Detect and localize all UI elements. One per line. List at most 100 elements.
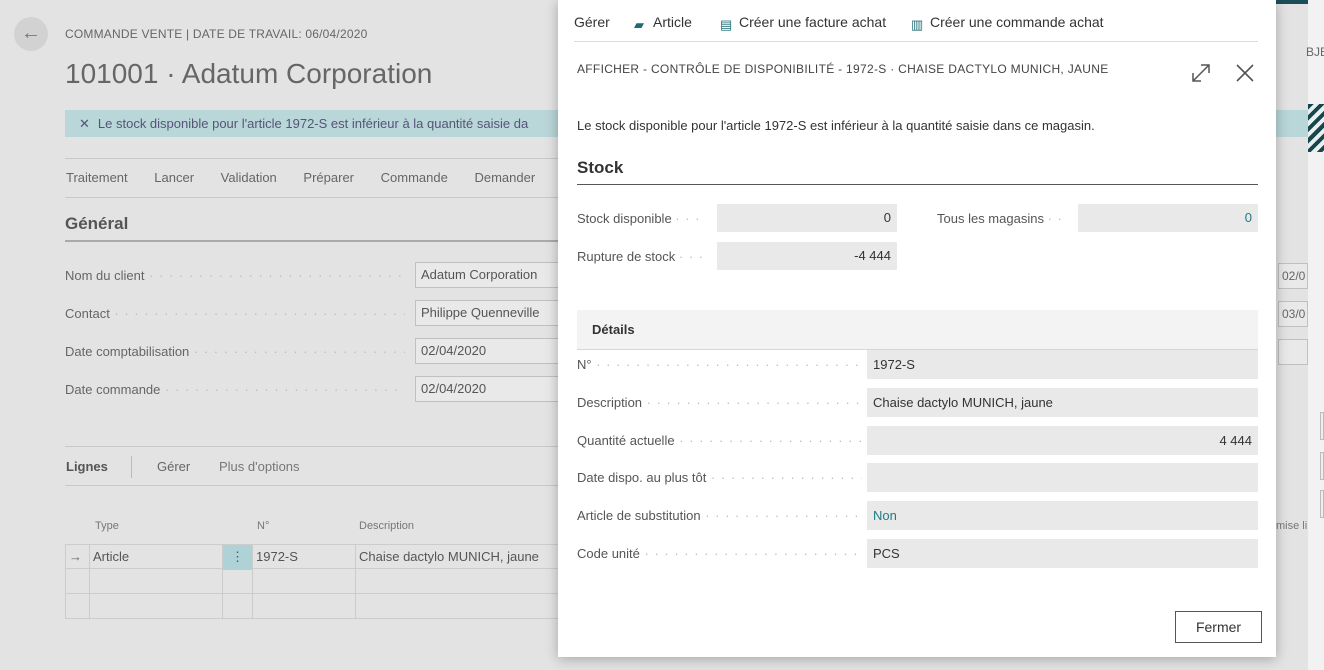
cell[interactable]: [90, 569, 223, 594]
table-row[interactable]: → Article ⋮ 1972-S Chaise dactylo MUNICH…: [65, 544, 561, 570]
availability-dialog: Gérer ▰ Article ▤ Créer une facture achat …: [558, 0, 1276, 657]
notification-banner: ✕ Le stock disponible pour l'article 1972…: [65, 110, 565, 137]
field-label: Article de substitution: [577, 508, 862, 523]
field-label: Quantité actuelle: [577, 433, 862, 448]
tous-magasins-value[interactable]: 0: [1078, 204, 1258, 232]
dialog-title: AFFICHER - CONTRÔLE DE DISPONIBILITÉ - 1…: [577, 62, 1109, 76]
label-text: Rupture de stock: [577, 249, 676, 264]
field-label: Date dispo. au plus tôt: [577, 470, 862, 485]
leader-dots: · ·: [1047, 211, 1063, 226]
right-date-field[interactable]: 02/0: [1278, 263, 1308, 289]
detail-value: PCS: [867, 539, 1258, 568]
cell: [66, 569, 90, 594]
right-edge-text: BJE: [1306, 45, 1324, 59]
detail-row-earliest-date: Date dispo. au plus tôt: [577, 463, 1258, 492]
right-edge-field[interactable]: [1320, 412, 1324, 440]
cell-type[interactable]: Article: [90, 545, 223, 570]
purchase-invoice-icon: ▤: [720, 17, 733, 32]
action-traitement[interactable]: Traitement: [66, 159, 128, 197]
back-arrow-icon[interactable]: ←: [14, 17, 48, 51]
cell[interactable]: [223, 569, 253, 594]
detail-row-unit-code: Code unité PCS: [577, 539, 1258, 568]
lines-header: Lignes Gérer Plus d'options: [65, 446, 560, 486]
detail-value: 4 444: [867, 426, 1258, 455]
close-icon[interactable]: [1234, 62, 1256, 84]
right-edge-field[interactable]: [1320, 452, 1324, 480]
action-lancer[interactable]: Lancer: [154, 159, 194, 197]
right-edge-field[interactable]: [1320, 490, 1324, 518]
stock-section-title: Stock: [577, 158, 1258, 185]
field-order-date: Date commande 02/04/2020: [65, 376, 560, 404]
stock-disponible-value: 0: [717, 204, 897, 232]
cell-no[interactable]: 1972-S: [253, 545, 356, 570]
detail-row-quantity: Quantité actuelle 4 444: [577, 426, 1258, 455]
action-label: Gérer: [574, 14, 610, 30]
field-label: Date commande: [65, 382, 405, 397]
cell[interactable]: [223, 594, 253, 619]
label-text: Stock disponible: [577, 211, 672, 226]
leader-dots: · · ·: [675, 211, 701, 226]
column-header-description[interactable]: Description: [359, 520, 414, 532]
cell[interactable]: [253, 569, 356, 594]
dialog-action-create-order[interactable]: ▥ Créer une commande achat: [911, 14, 1104, 32]
detail-value[interactable]: Non: [867, 501, 1258, 530]
detail-row-substitution: Article de substitution Non: [577, 501, 1258, 530]
right-date-field[interactable]: 03/0: [1278, 301, 1308, 327]
breadcrumb: COMMANDE VENTE | DATE DE TRAVAIL: 06/04/…: [65, 27, 368, 41]
posting-date-input[interactable]: 02/04/2020: [415, 338, 560, 364]
leader-dots: · · ·: [678, 249, 705, 264]
detail-row-description: Description Chaise dactylo MUNICH, jaune: [577, 388, 1258, 417]
banner-right-part: [1276, 110, 1308, 137]
column-header-type[interactable]: Type: [95, 520, 119, 532]
detail-row-no: N° 1972-S: [577, 350, 1258, 379]
close-button[interactable]: Fermer: [1175, 611, 1262, 643]
decorative-stripe: [1308, 104, 1324, 152]
order-date-input[interactable]: 02/04/2020: [415, 376, 560, 402]
field-label: N°: [577, 357, 862, 372]
cell[interactable]: [356, 569, 561, 594]
action-label: Créer une facture achat: [739, 14, 887, 30]
detail-value: 1972-S: [867, 350, 1258, 379]
detail-value: [867, 463, 1258, 492]
dialog-action-bar: Gérer ▰ Article ▤ Créer une facture achat …: [574, 4, 1258, 42]
contact-input[interactable]: Philippe Quenneville: [415, 300, 560, 326]
cell[interactable]: [90, 594, 223, 619]
column-header-no[interactable]: N°: [257, 520, 269, 532]
close-icon[interactable]: ✕: [79, 116, 90, 131]
field-stock-disponible: Stock disponible · · · 0: [577, 204, 897, 232]
field-posting-date: Date comptabilisation 02/04/2020: [65, 338, 560, 366]
lines-more-options-button[interactable]: Plus d'options: [219, 459, 300, 474]
field-contact: Contact Philippe Quenneville: [65, 300, 560, 328]
item-icon: ▰: [634, 17, 644, 32]
field-label: Rupture de stock · · ·: [577, 249, 704, 264]
action-preparer[interactable]: Préparer: [303, 159, 354, 197]
details-section-header[interactable]: Détails: [577, 310, 1258, 350]
lines-grid: → Article ⋮ 1972-S Chaise dactylo MUNICH…: [65, 544, 560, 619]
dialog-action-create-invoice[interactable]: ▤ Créer une facture achat: [720, 14, 886, 32]
divider: [131, 456, 132, 478]
action-demander[interactable]: Demander: [474, 159, 535, 197]
cell[interactable]: [253, 594, 356, 619]
column-header-mise[interactable]: mise li: [1276, 520, 1307, 532]
field-label: Date comptabilisation: [65, 344, 405, 359]
cell[interactable]: [356, 594, 561, 619]
action-commande[interactable]: Commande: [381, 159, 448, 197]
table-row[interactable]: [65, 569, 560, 594]
cell: [66, 594, 90, 619]
lines-manage-button[interactable]: Gérer: [157, 459, 190, 474]
field-label: Code unité: [577, 546, 862, 561]
customer-name-input[interactable]: Adatum Corporation: [415, 262, 560, 288]
row-menu-icon[interactable]: ⋮: [223, 545, 253, 570]
row-arrow-icon: →: [66, 545, 90, 570]
cell-description[interactable]: Chaise dactylo MUNICH, jaune: [356, 545, 561, 570]
right-empty-field[interactable]: [1278, 339, 1308, 365]
expand-icon[interactable]: [1190, 62, 1212, 84]
dialog-action-item[interactable]: ▰ Article: [634, 14, 692, 32]
action-label: Article: [653, 14, 692, 30]
details-title: Détails: [592, 322, 635, 337]
field-rupture-stock: Rupture de stock · · · -4 444: [577, 242, 897, 270]
table-row[interactable]: [65, 594, 560, 619]
dialog-action-manage[interactable]: Gérer: [574, 14, 610, 30]
action-label: Créer une commande achat: [930, 14, 1104, 30]
action-validation[interactable]: Validation: [221, 159, 277, 197]
